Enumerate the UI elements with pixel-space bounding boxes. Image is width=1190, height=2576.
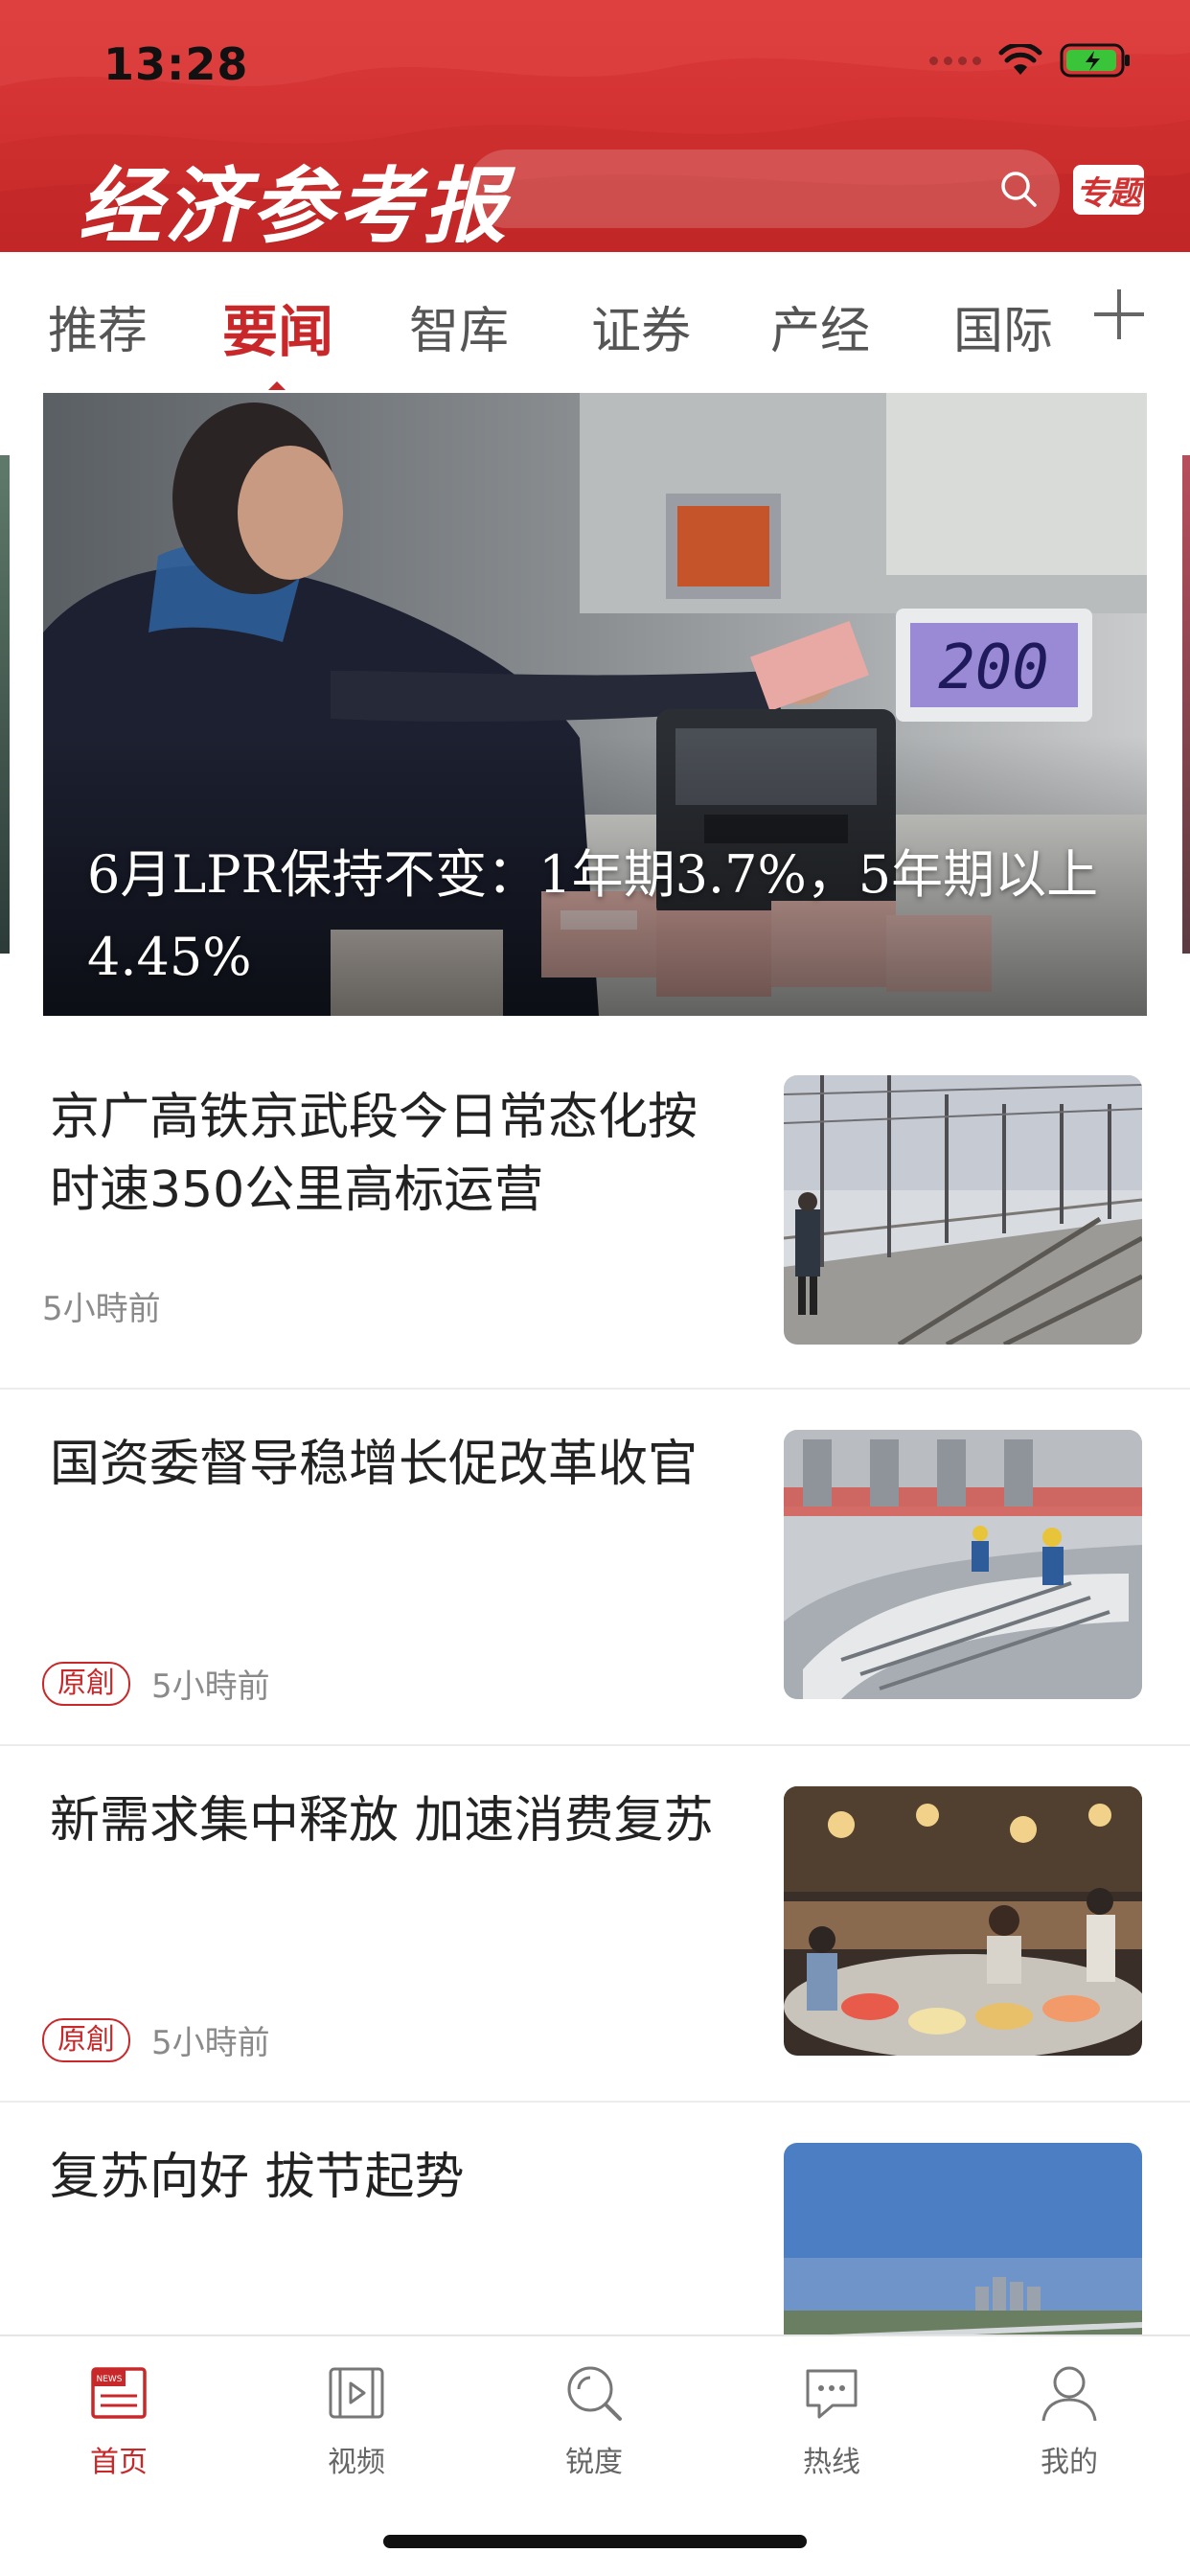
railway-image bbox=[784, 1075, 1142, 1345]
news-thumbnail[interactable] bbox=[784, 1430, 1142, 1699]
tabbar-label: 锐度 bbox=[565, 2446, 623, 2479]
tabbar-label: 视频 bbox=[328, 2446, 385, 2479]
news-time: 5小時前 bbox=[151, 2024, 270, 2062]
tab-recommend[interactable]: 推荐 bbox=[48, 290, 148, 362]
wifi-icon bbox=[998, 44, 1042, 75]
news-item[interactable]: 京广高铁京武段今日常态化按时速350公里高标运营 5小時前 bbox=[0, 1033, 1190, 1390]
news-title[interactable]: 京广高铁京武段今日常态化按时速350公里高标运营 bbox=[50, 1081, 740, 1227]
topic-button[interactable]: 专题 bbox=[1073, 165, 1144, 215]
tabs-fade-overlay bbox=[1044, 252, 1094, 386]
news-meta: 原創 5小時前 bbox=[42, 2016, 270, 2063]
hero-slide[interactable]: 200 6月LPR保持不变：1年期3.7%，5年期以上4.45% bbox=[43, 393, 1147, 1016]
news-meta: 5小時前 bbox=[42, 1282, 161, 1329]
carousel-next-slide[interactable] bbox=[1182, 455, 1190, 954]
factory-image bbox=[784, 1430, 1142, 1699]
tabbar-mine[interactable]: 我的 bbox=[993, 2361, 1146, 2480]
status-icons bbox=[929, 42, 1133, 79]
cellular-signal-icon bbox=[929, 56, 981, 65]
brand-logo: 经济参考报 bbox=[79, 158, 510, 252]
tabbar-home[interactable]: NEWS 首页 bbox=[42, 2361, 195, 2480]
tabbar-label: 我的 bbox=[1041, 2446, 1098, 2479]
svg-text:NEWS: NEWS bbox=[96, 2375, 122, 2384]
news-title[interactable]: 复苏向好 拔节起势 bbox=[50, 2141, 740, 2214]
tab-headlines[interactable]: 要闻 bbox=[222, 287, 333, 367]
news-title[interactable]: 新需求集中释放 加速消费复苏 bbox=[50, 1784, 740, 1857]
news-meta: 原創 5小時前 bbox=[42, 1660, 270, 1707]
tabbar-hotline[interactable]: 热线 bbox=[755, 2361, 908, 2480]
tabbar-video[interactable]: 视频 bbox=[280, 2361, 433, 2480]
category-tabs: 推荐 要闻 智库 证券 产经 国际 bbox=[0, 252, 1190, 386]
news-title[interactable]: 国资委督导稳增长促改革收官 bbox=[50, 1428, 740, 1501]
active-tab-indicator bbox=[268, 381, 286, 390]
original-badge: 原創 bbox=[42, 2017, 130, 2062]
tab-think-tank[interactable]: 智库 bbox=[409, 290, 509, 362]
video-icon bbox=[329, 2367, 384, 2419]
news-time: 5小時前 bbox=[42, 1290, 161, 1328]
search-icon bbox=[567, 2366, 622, 2421]
hero-caption[interactable]: 6月LPR保持不变：1年期3.7%，5年期以上4.45% bbox=[87, 834, 1122, 999]
news-time: 5小時前 bbox=[151, 1668, 270, 1706]
home-indicator[interactable] bbox=[383, 2535, 807, 2548]
news-icon: NEWS bbox=[91, 2367, 147, 2419]
tabbar-insight[interactable]: 锐度 bbox=[517, 2361, 671, 2480]
tabbar-label: 热线 bbox=[803, 2446, 860, 2479]
person-icon bbox=[1041, 2366, 1097, 2422]
tab-securities[interactable]: 证券 bbox=[591, 290, 691, 362]
news-thumbnail[interactable] bbox=[784, 1075, 1142, 1345]
search-icon[interactable] bbox=[998, 169, 1039, 209]
news-item[interactable]: 新需求集中释放 加速消费复苏 原創 5小時前 bbox=[0, 1746, 1190, 2103]
tab-international[interactable]: 国际 bbox=[953, 290, 1053, 362]
tab-industry[interactable]: 产经 bbox=[770, 290, 870, 362]
search-input[interactable] bbox=[468, 150, 1060, 228]
chat-icon bbox=[806, 2369, 858, 2419]
carousel-prev-slide[interactable] bbox=[0, 455, 10, 954]
add-channel-icon[interactable] bbox=[1090, 286, 1148, 343]
news-item[interactable]: 国资委督导稳增长促改革收官 原創 5小時前 bbox=[0, 1390, 1190, 1746]
app-header: 13:28 经济参考报 专题 bbox=[0, 0, 1190, 252]
market-image bbox=[784, 1786, 1142, 2056]
tabbar-label: 首页 bbox=[90, 2446, 148, 2479]
original-badge: 原創 bbox=[42, 1661, 130, 1706]
battery-icon bbox=[1060, 43, 1130, 78]
status-time: 13:28 bbox=[103, 38, 249, 90]
news-thumbnail[interactable] bbox=[784, 1786, 1142, 2056]
